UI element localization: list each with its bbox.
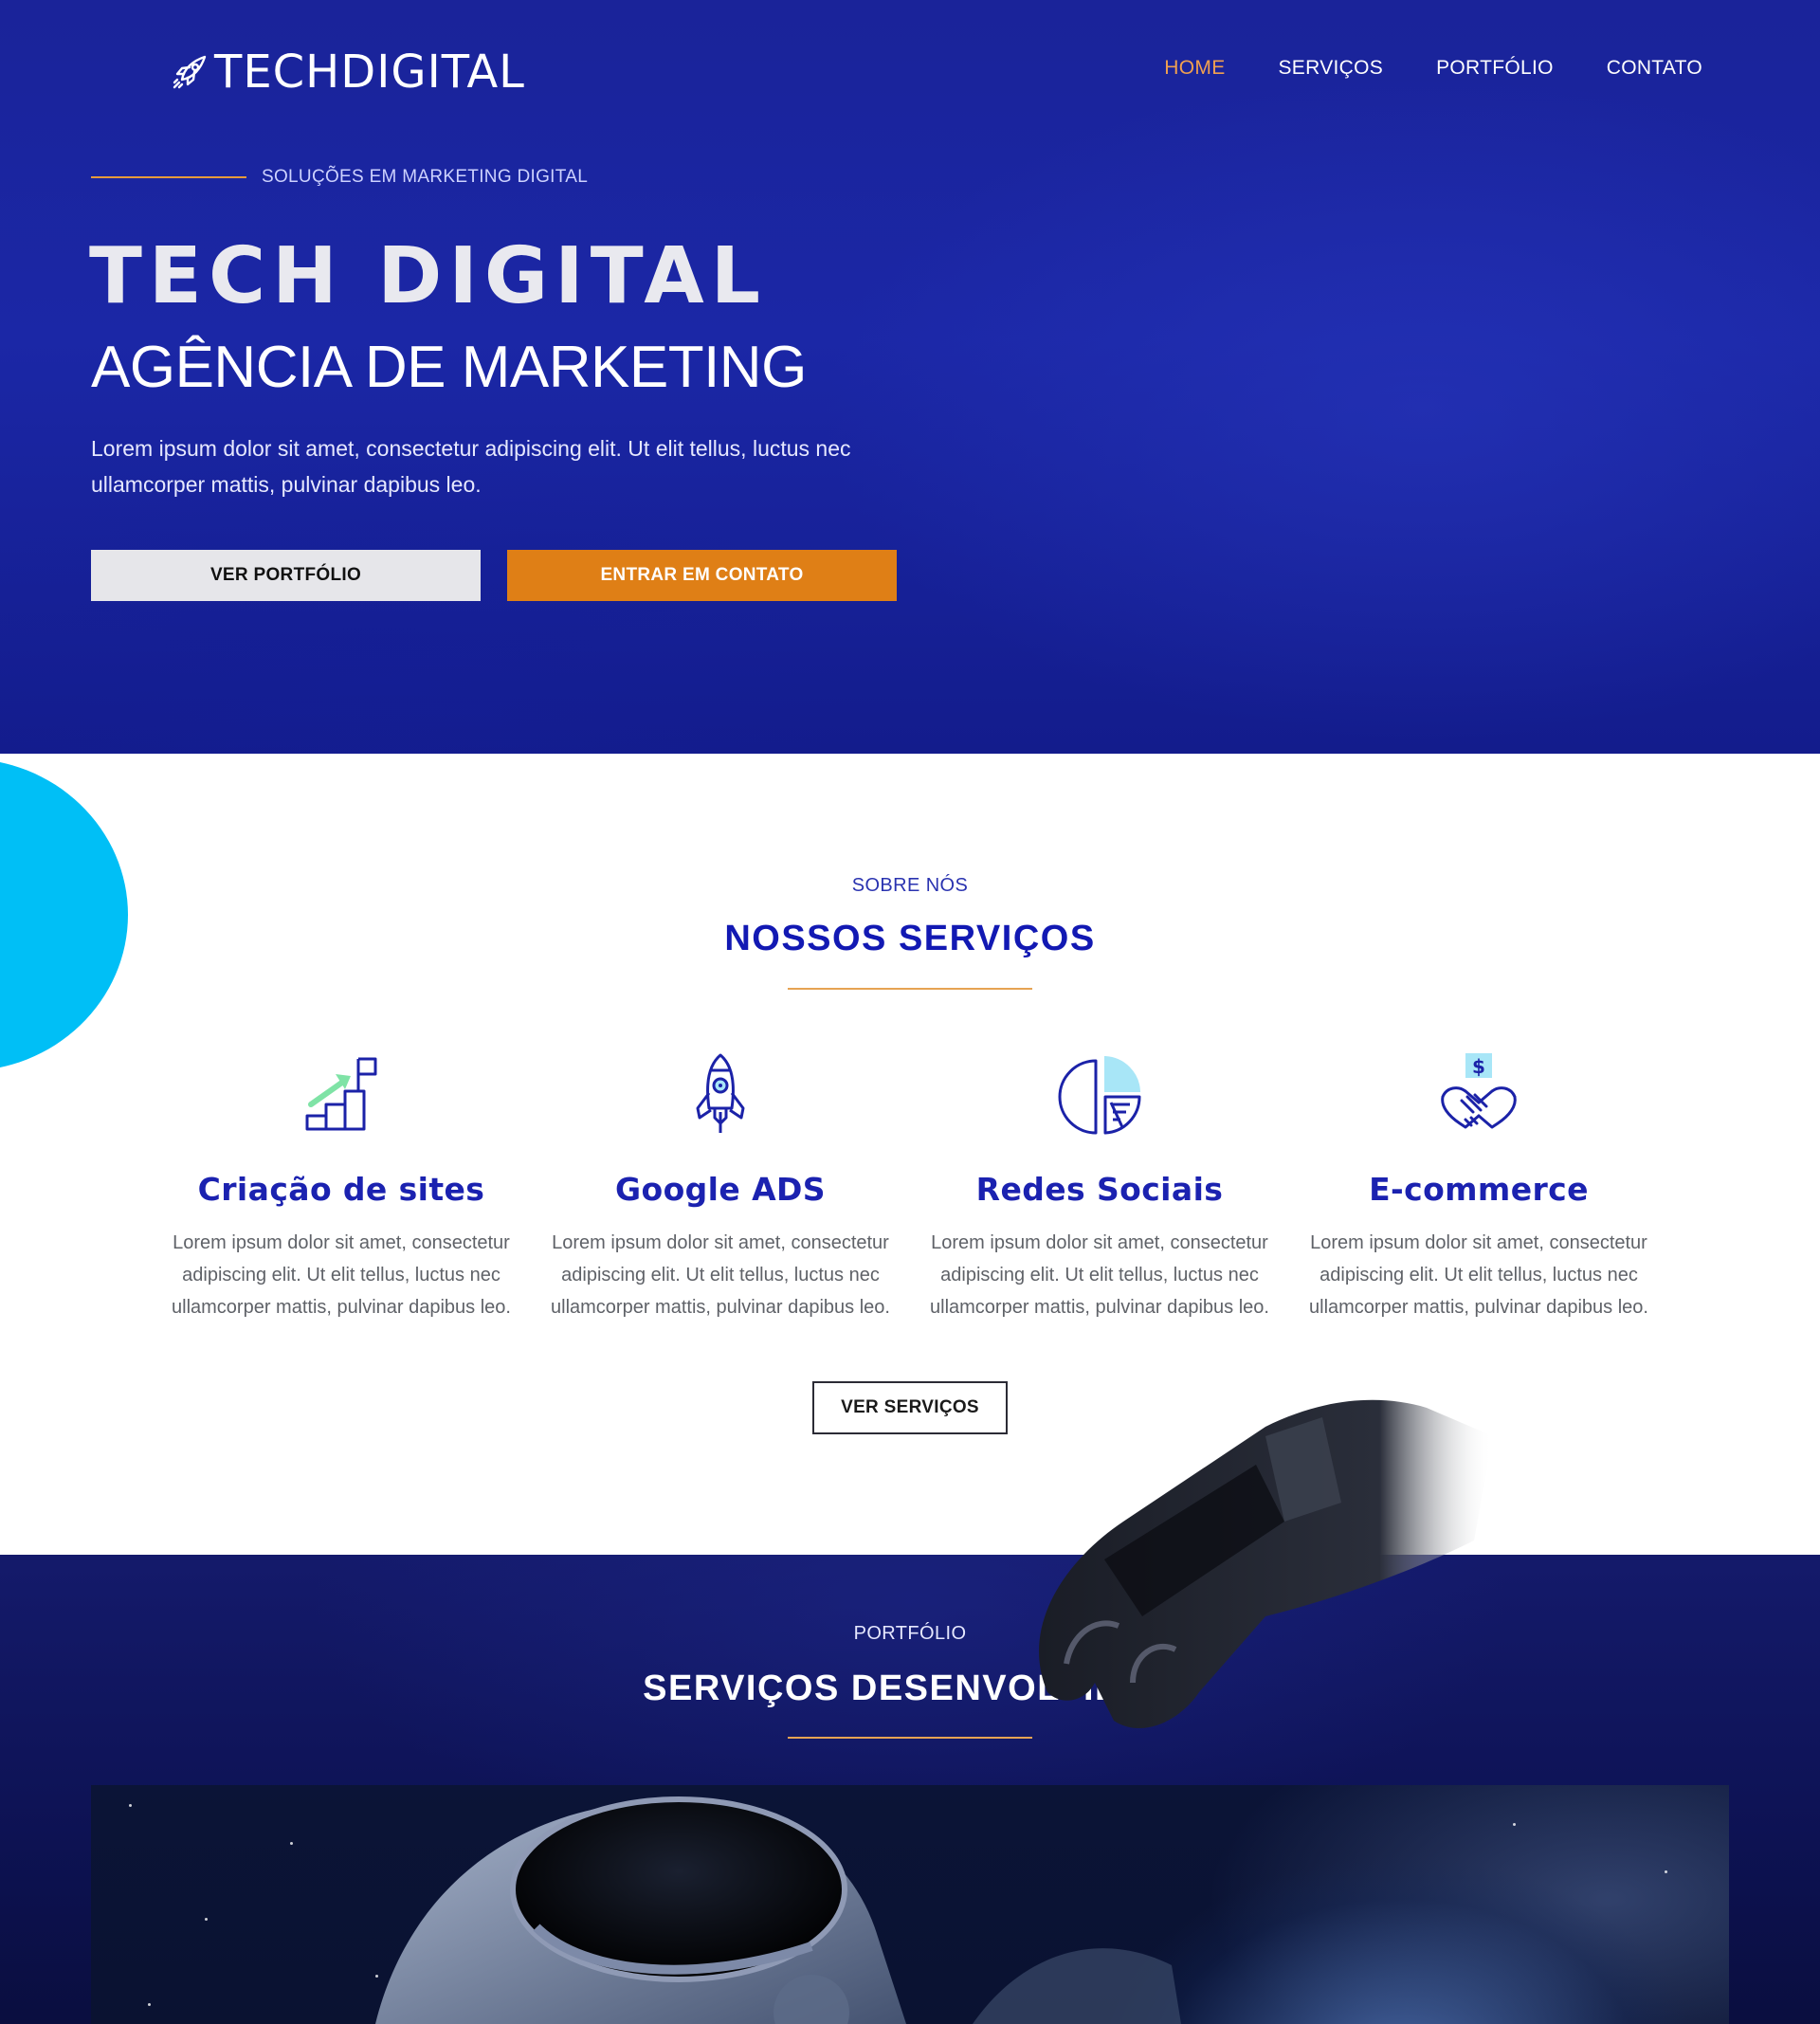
nav-contato[interactable]: CONTATO: [1607, 57, 1702, 80]
growth-stairs-icon: [305, 1057, 377, 1131]
rocket-logo-icon: [173, 55, 207, 89]
brand-name: TECHDIGITAL: [214, 46, 525, 99]
nav-home[interactable]: HOME: [1164, 57, 1225, 80]
services-title: NOSSOS SERVIÇOS: [724, 919, 1096, 958]
service-description: Lorem ipsum dolor sit amet, consectetur …: [1309, 1232, 1648, 1318]
handshake-dollar-icon: $: [1441, 1053, 1517, 1129]
portfolio-section: PORTFÓLIO SERVIÇOS DESENVOLVIDOS: [0, 1555, 1820, 2024]
portfolio-title-divider: [788, 1737, 1032, 1739]
hero-subtitle: AGÊNCIA DE MARKETING: [91, 335, 807, 400]
hero-section: TECHDIGITAL HOME SERVIÇOS PORTFÓLIO CONT…: [0, 0, 1820, 754]
rocket-icon: [696, 1053, 745, 1133]
portfolio-eyebrow: PORTFÓLIO: [853, 1623, 967, 1644]
service-title: Redes Sociais: [975, 1171, 1224, 1208]
service-card-social: Redes Sociais Lorem ipsum dolor sit amet…: [919, 1049, 1280, 1323]
hero-description: Lorem ipsum dolor sit amet, consectetur …: [91, 436, 851, 497]
view-portfolio-button[interactable]: VER PORTFÓLIO: [91, 550, 481, 601]
nav-servicos[interactable]: SERVIÇOS: [1279, 57, 1384, 80]
service-card-ecommerce: $ E-commerce Lorem ipsum dolor sit amet,…: [1299, 1049, 1659, 1323]
portfolio-title: SERVIÇOS DESENVOLVIDOS: [643, 1668, 1177, 1708]
decorative-blob: [0, 758, 128, 1071]
service-title: Google ADS: [615, 1171, 826, 1208]
service-description: Lorem ipsum dolor sit amet, consectetur …: [172, 1232, 511, 1318]
pie-chart-icon: [1058, 1055, 1141, 1135]
nav-portfolio[interactable]: PORTFÓLIO: [1436, 57, 1554, 80]
hero-eyebrow-text: SOLUÇÕES EM MARKETING DIGITAL: [262, 167, 589, 187]
services-eyebrow: SOBRE NÓS: [851, 875, 969, 896]
astronaut-illustration: [375, 1796, 1181, 2024]
view-services-button[interactable]: VER SERVIÇOS: [812, 1381, 1008, 1434]
service-card-google-ads: Google ADS Lorem ipsum dolor sit amet, c…: [540, 1049, 901, 1323]
services-section: SOBRE NÓS NOSSOS SERVIÇOS Criação de sit…: [0, 754, 1820, 1555]
eyebrow-divider: [91, 176, 246, 178]
hero-eyebrow: SOLUÇÕES EM MARKETING DIGITAL: [91, 167, 588, 188]
service-title: E-commerce: [1369, 1171, 1589, 1208]
main-nav: HOME SERVIÇOS PORTFÓLIO CONTATO: [1164, 57, 1702, 80]
svg-text:$: $: [1472, 1055, 1485, 1078]
service-title: Criação de sites: [197, 1171, 485, 1208]
service-card-sites: Criação de sites Lorem ipsum dolor sit a…: [161, 1049, 521, 1323]
astronaut-banner-image[interactable]: [91, 1785, 1729, 2024]
service-description: Lorem ipsum dolor sit amet, consectetur …: [930, 1232, 1269, 1318]
hero-title: TECH DIGITAL: [89, 231, 767, 321]
contact-button[interactable]: ENTRAR EM CONTATO: [507, 550, 897, 601]
service-description: Lorem ipsum dolor sit amet, consectetur …: [551, 1232, 890, 1318]
brand-logo[interactable]: TECHDIGITAL: [171, 46, 525, 99]
services-title-divider: [788, 988, 1032, 990]
